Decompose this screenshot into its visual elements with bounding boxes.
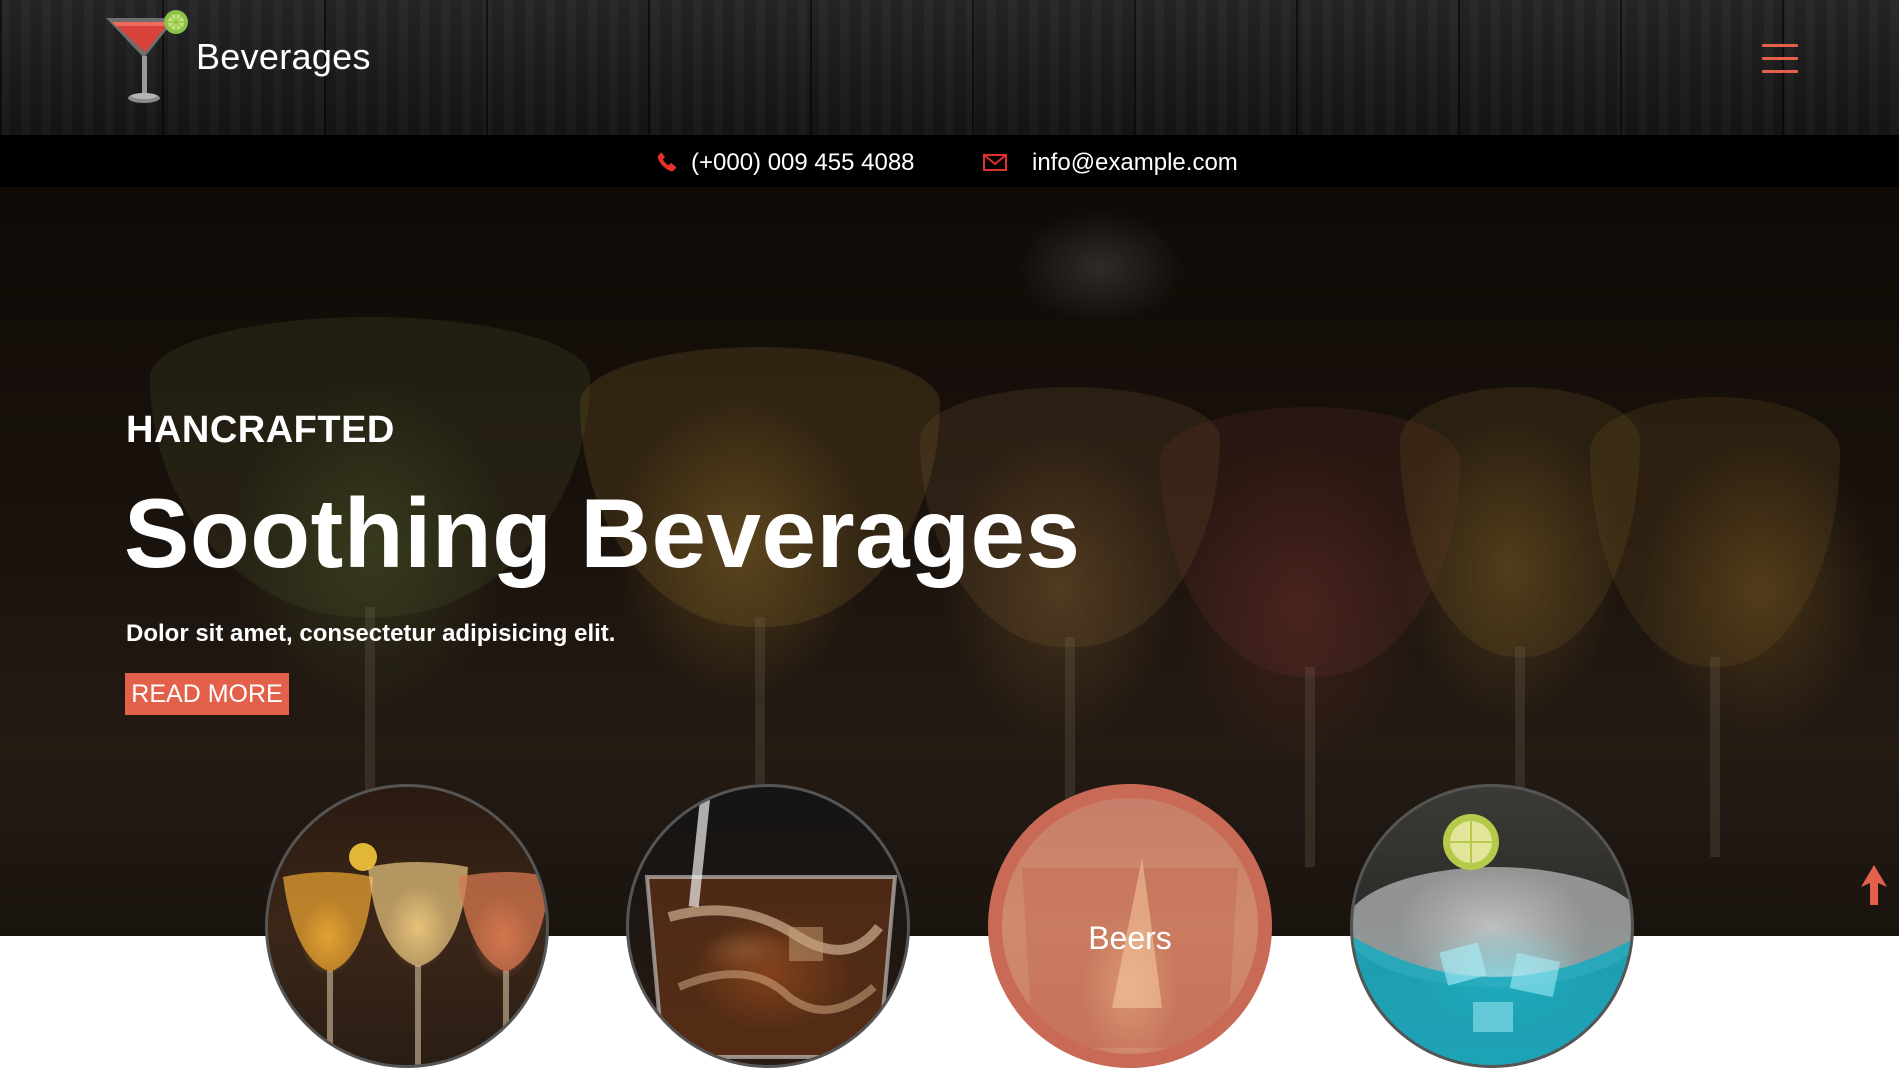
envelope-icon [983, 154, 1007, 171]
category-beers-circle[interactable]: Beers [988, 784, 1272, 1068]
site-header: Beverages [0, 0, 1899, 135]
iced-coffee-image [644, 787, 898, 1059]
blue-cocktail-image [1353, 814, 1631, 1065]
menu-bar [1762, 57, 1798, 60]
category-label: Beers [1088, 920, 1172, 956]
phone-icon [657, 152, 677, 172]
hero-title: Soothing Beverages [124, 478, 1081, 588]
hero-subtitle: Dolor sit amet, consectetur adipisicing … [126, 620, 616, 647]
menu-bar [1762, 44, 1798, 47]
hero-kicker: HANCRAFTED [126, 409, 395, 451]
menu-bar [1762, 70, 1798, 73]
brand-name[interactable]: Beverages [196, 36, 371, 78]
category-cocktails-circle[interactable] [265, 784, 549, 1068]
read-more-button[interactable]: READ MORE [125, 673, 289, 715]
contact-bar: (+000) 009 455 4088 info@example.com [0, 135, 1899, 187]
arrow-up-icon[interactable] [1861, 865, 1887, 905]
category-blue-cocktail-circle[interactable] [1350, 784, 1634, 1068]
cocktail-glasses-image [283, 843, 546, 1065]
hamburger-menu-icon[interactable] [1760, 40, 1802, 80]
phone-number[interactable]: (+000) 009 455 4088 [691, 149, 915, 177]
email-address[interactable]: info@example.com [1032, 149, 1238, 177]
category-coffee-circle[interactable] [626, 784, 910, 1068]
cocktail-glass-icon[interactable] [104, 10, 188, 110]
